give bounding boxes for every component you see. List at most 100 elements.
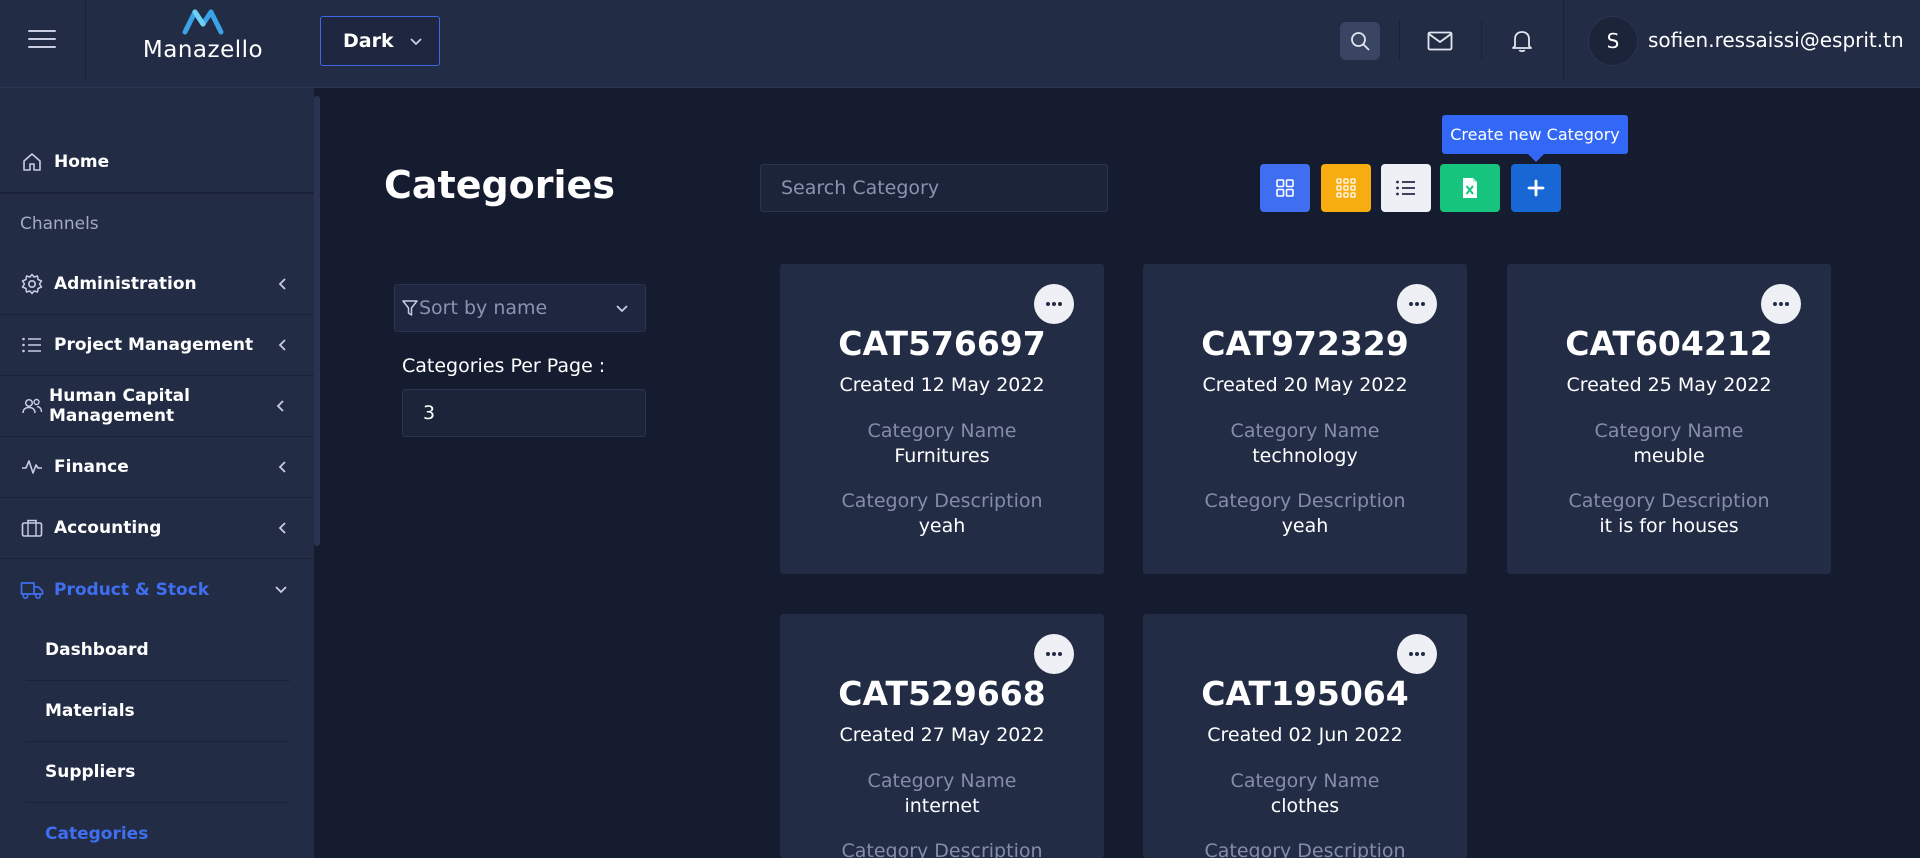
per-page-label: Categories Per Page : <box>402 355 606 377</box>
divider <box>1481 20 1482 60</box>
users-icon <box>20 394 44 418</box>
mail-button[interactable] <box>1420 22 1460 60</box>
avatar[interactable]: S <box>1588 16 1638 66</box>
category-card[interactable]: CAT195064 Created 02 Jun 2022 Category N… <box>1143 614 1467 858</box>
category-name-value: Furnitures <box>894 445 990 467</box>
sidebar-subitem-categories[interactable]: Categories <box>26 803 290 858</box>
list-view-button[interactable] <box>1381 164 1431 212</box>
divider <box>0 193 314 194</box>
category-name-value: clothes <box>1270 795 1340 817</box>
category-description-value: yeah <box>1281 515 1329 537</box>
chevron-left-icon <box>278 278 286 290</box>
more-horizontal-icon <box>1773 302 1789 306</box>
briefcase-icon <box>20 516 44 540</box>
compact-grid-button[interactable] <box>1321 164 1371 212</box>
category-name-value: meuble <box>1633 445 1705 467</box>
category-created-date: Created 25 May 2022 <box>1566 374 1772 396</box>
hamburger-menu-icon[interactable] <box>28 30 56 52</box>
sidebar-scrollbar-thumb[interactable] <box>314 96 320 546</box>
category-code: CAT529668 <box>838 674 1046 713</box>
sidebar-item-finance[interactable]: Finance <box>0 437 314 498</box>
mail-icon <box>1427 31 1453 51</box>
divider <box>1399 20 1400 60</box>
theme-select-value: Dark <box>343 30 394 52</box>
sidebar-item-label: Accounting <box>54 518 162 538</box>
sidebar-item-accounting[interactable]: Accounting <box>0 498 314 559</box>
grid-view-button[interactable] <box>1260 164 1310 212</box>
sidebar-subitem-label: Categories <box>45 823 149 844</box>
sidebar-subitem-label: Materials <box>45 701 135 721</box>
sidebar-section-header: Channels <box>20 214 99 234</box>
category-description-label: Category Description <box>1204 490 1406 512</box>
sidebar-item-human-capital-management[interactable]: Human Capital Management <box>0 376 314 437</box>
category-description-label: Category Description <box>841 840 1043 858</box>
more-horizontal-icon <box>1046 652 1062 656</box>
more-options-button[interactable] <box>1397 634 1437 674</box>
more-options-button[interactable] <box>1397 284 1437 324</box>
category-description-label: Category Description <box>1204 840 1406 858</box>
export-excel-button[interactable] <box>1440 164 1500 212</box>
sidebar-item-product-stock[interactable]: Product & Stock <box>0 559 314 620</box>
sidebar-item-label: Administration <box>54 274 197 294</box>
category-name-label: Category Name <box>867 420 1017 442</box>
sidebar-subitem-suppliers[interactable]: Suppliers <box>26 742 290 803</box>
sidebar-item-label: Product & Stock <box>54 579 210 600</box>
chevron-down-icon <box>616 305 628 313</box>
sidebar-item-label: Project Management <box>54 335 254 355</box>
more-options-button[interactable] <box>1034 284 1074 324</box>
sidebar-item-label: Finance <box>54 457 129 477</box>
logo[interactable]: Manazello <box>138 6 268 76</box>
category-code: CAT972329 <box>1201 324 1409 363</box>
list-icon <box>20 333 44 357</box>
category-card[interactable]: CAT529668 Created 27 May 2022 Category N… <box>780 614 1104 858</box>
page-title: Categories <box>384 163 615 207</box>
sidebar-subitem-materials[interactable]: Materials <box>26 681 290 742</box>
plus-icon <box>1527 179 1545 197</box>
truck-icon <box>20 578 44 602</box>
sort-select[interactable]: Sort by name <box>394 284 646 332</box>
search-input[interactable]: Search Category <box>760 164 1108 212</box>
sidebar-item-administration[interactable]: Administration <box>0 254 314 315</box>
logo-text: Manazello <box>142 37 264 63</box>
category-name-value: internet <box>904 795 980 817</box>
category-description-label: Category Description <box>1568 490 1770 512</box>
category-code: CAT195064 <box>1201 674 1409 713</box>
theme-select[interactable]: Dark <box>320 16 440 66</box>
category-card[interactable]: CAT972329 Created 20 May 2022 Category N… <box>1143 264 1467 574</box>
sidebar-item-project-management[interactable]: Project Management <box>0 315 314 376</box>
category-name-label: Category Name <box>867 770 1017 792</box>
category-code: CAT576697 <box>838 324 1046 363</box>
more-horizontal-icon <box>1409 652 1425 656</box>
chevron-down-icon <box>275 585 287 593</box>
more-options-button[interactable] <box>1761 284 1801 324</box>
chevron-left-icon <box>278 461 286 473</box>
category-name-value: technology <box>1252 445 1358 467</box>
category-name-label: Category Name <box>1594 420 1744 442</box>
more-horizontal-icon <box>1046 302 1062 306</box>
sidebar-item-label: Home <box>54 152 110 172</box>
per-page-input[interactable]: 3 <box>402 389 646 437</box>
home-icon <box>20 150 44 174</box>
grid-nine-icon <box>1336 178 1356 198</box>
chevron-left-icon <box>278 522 286 534</box>
category-card[interactable]: CAT604212 Created 25 May 2022 Category N… <box>1507 264 1831 574</box>
category-card[interactable]: CAT576697 Created 12 May 2022 Category N… <box>780 264 1104 574</box>
sidebar-item-home[interactable]: Home <box>0 132 314 193</box>
search-button[interactable] <box>1340 22 1380 60</box>
category-description-value: yeah <box>918 515 966 537</box>
notifications-button[interactable] <box>1502 22 1542 60</box>
search-icon <box>1351 32 1370 51</box>
grid-icon <box>1276 179 1294 197</box>
tooltip: Create new Category <box>1442 115 1628 162</box>
more-options-button[interactable] <box>1034 634 1074 674</box>
sidebar-subitem-dashboard[interactable]: Dashboard <box>26 620 290 681</box>
sidebar-item-label: Human Capital Management <box>49 386 190 426</box>
sidebar-subitem-label: Dashboard <box>45 640 149 660</box>
add-category-button[interactable] <box>1511 164 1561 212</box>
chevron-down-icon <box>410 38 422 46</box>
category-code: CAT604212 <box>1565 324 1773 363</box>
user-email[interactable]: sofien.ressaissi@esprit.tn <box>1648 28 1904 52</box>
excel-icon <box>1463 178 1477 198</box>
sidebar-subitem-label: Suppliers <box>45 762 136 782</box>
category-description-value: it is for houses <box>1599 515 1739 537</box>
